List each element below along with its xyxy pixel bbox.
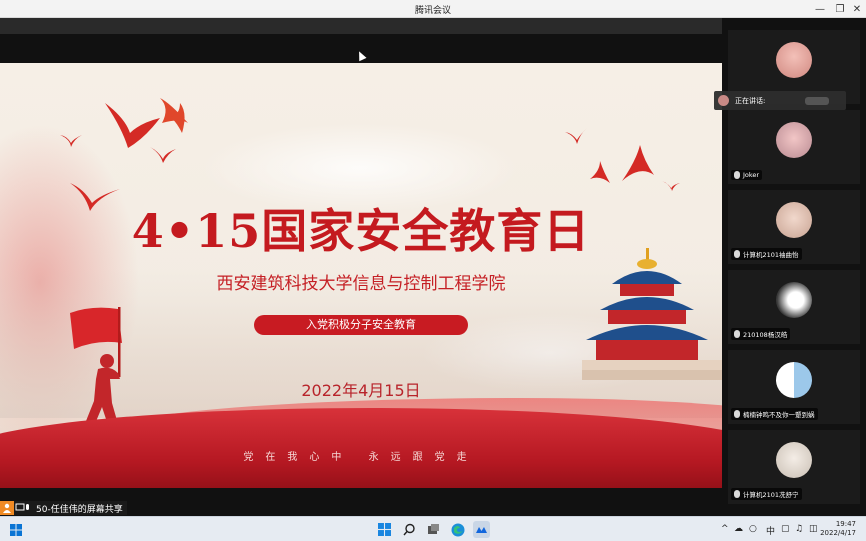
screen-share-icon (15, 503, 29, 511)
participant-name-tag: 210108杨汉皓 (731, 328, 791, 340)
avatar (776, 442, 812, 478)
slide-motto: 党在我心中 永远跟党走 (243, 452, 479, 463)
tencent-meeting-taskbar-icon[interactable] (473, 521, 490, 538)
speaker-name-redacted (805, 96, 830, 105)
participant-tile[interactable]: Joker (728, 110, 860, 184)
temple-of-heaven-image (582, 248, 722, 380)
windows-start-icon[interactable] (377, 522, 392, 537)
slide-topic-pill: 入党积极分子安全教育 (254, 315, 468, 335)
windows-start-icon[interactable] (8, 522, 23, 537)
cloud-icon[interactable]: ☁ (734, 524, 743, 534)
shared-screen-area: 4•15国家安全教育日 西安建筑科技大学信息与控制工程学院 入党积极分子安全教育… (0, 18, 722, 516)
participant-name-tag: Joker (731, 170, 763, 180)
participant-name-tag: 楠楠钟鸣不及你一颦到蜗 (731, 408, 818, 420)
participant-name-tag: 计算机2101冼舒宁 (731, 488, 802, 500)
microphone-icon (734, 490, 740, 498)
clock-date: 2022/4/17 (820, 529, 856, 537)
participant-name: 计算机2101袖曲怡 (743, 251, 799, 259)
speaking-label: 正在讲话: (735, 96, 766, 105)
dove-icon (662, 181, 680, 191)
dove-icon (622, 145, 654, 181)
taskbar: ^ ☁ ○ 中 ▢ ♫ ◫ 19:47 2022/4/17 (0, 516, 866, 541)
maximize-icon[interactable]: ❐ (831, 0, 849, 18)
screen-share-label[interactable]: 50-任佳伟的屏幕共享 (0, 501, 127, 515)
show-hidden-icons-icon[interactable]: ^ (721, 524, 729, 534)
system-clock[interactable]: 19:47 2022/4/17 (820, 520, 856, 538)
input-language[interactable]: 中 (766, 524, 775, 537)
participant-name-tag: 计算机2101袖曲怡 (731, 248, 802, 260)
edge-browser-icon[interactable] (450, 522, 465, 537)
close-icon[interactable]: ✕ (848, 0, 866, 18)
dove-icon (565, 128, 587, 144)
microphone-icon (734, 171, 740, 179)
microphone-icon (734, 250, 740, 258)
speaker-avatar (718, 95, 729, 106)
participant-name: 计算机2101冼舒宁 (743, 491, 799, 499)
presentation-slide: 4•15国家安全教育日 西安建筑科技大学信息与控制工程学院 入党积极分子安全教育… (0, 63, 722, 488)
microphone-icon (734, 410, 740, 418)
share-user-icon (0, 501, 14, 515)
participant-tile[interactable]: 计算机2101袖曲怡 (728, 190, 860, 264)
mouse-cursor-icon (355, 49, 367, 62)
participant-name: 210108杨汉皓 (743, 331, 788, 339)
participant-tile[interactable]: 计算机2101冼舒宁 (728, 430, 860, 504)
shared-screen-top-strip (0, 18, 722, 34)
dove-icon (150, 147, 176, 163)
clock-time: 19:47 (835, 520, 856, 528)
avatar (776, 42, 812, 78)
avatar (776, 282, 812, 318)
minimize-icon[interactable]: — (811, 0, 829, 18)
participant-name: 楠楠钟鸣不及你一颦到蜗 (743, 411, 815, 419)
microphone-icon (734, 330, 740, 338)
network-icon[interactable]: ○ (749, 524, 757, 534)
flag-bearer-image (70, 307, 122, 431)
search-icon[interactable] (402, 522, 417, 537)
volume-icon[interactable]: ♫ (795, 524, 803, 534)
meeting-window: 腾讯会议 — ❐ ✕ 4•15国家安全教育日 西安建筑科技大学信息与控制工程学院… (0, 0, 866, 541)
avatar (776, 122, 812, 158)
screen-share-text: 50-任佳伟的屏幕共享 (36, 504, 123, 515)
avatar (776, 202, 812, 238)
window-title: 腾讯会议 (414, 6, 451, 16)
avatar (776, 362, 812, 398)
battery-icon[interactable]: ◫ (809, 524, 818, 534)
participant-tile[interactable]: 210108杨汉皓 (728, 270, 860, 344)
task-view-icon[interactable] (426, 522, 441, 537)
title-bar: 腾讯会议 — ❐ ✕ (0, 0, 866, 18)
participant-tile[interactable]: 楠楠钟鸣不及你一颦到蜗 (728, 350, 860, 424)
speaking-indicator: 正在讲话: (714, 91, 846, 110)
participant-name: Joker (743, 171, 760, 179)
dove-icon (60, 135, 82, 147)
dove-icon (170, 103, 185, 133)
display-icon[interactable]: ▢ (781, 524, 790, 534)
dove-icon (590, 161, 610, 183)
